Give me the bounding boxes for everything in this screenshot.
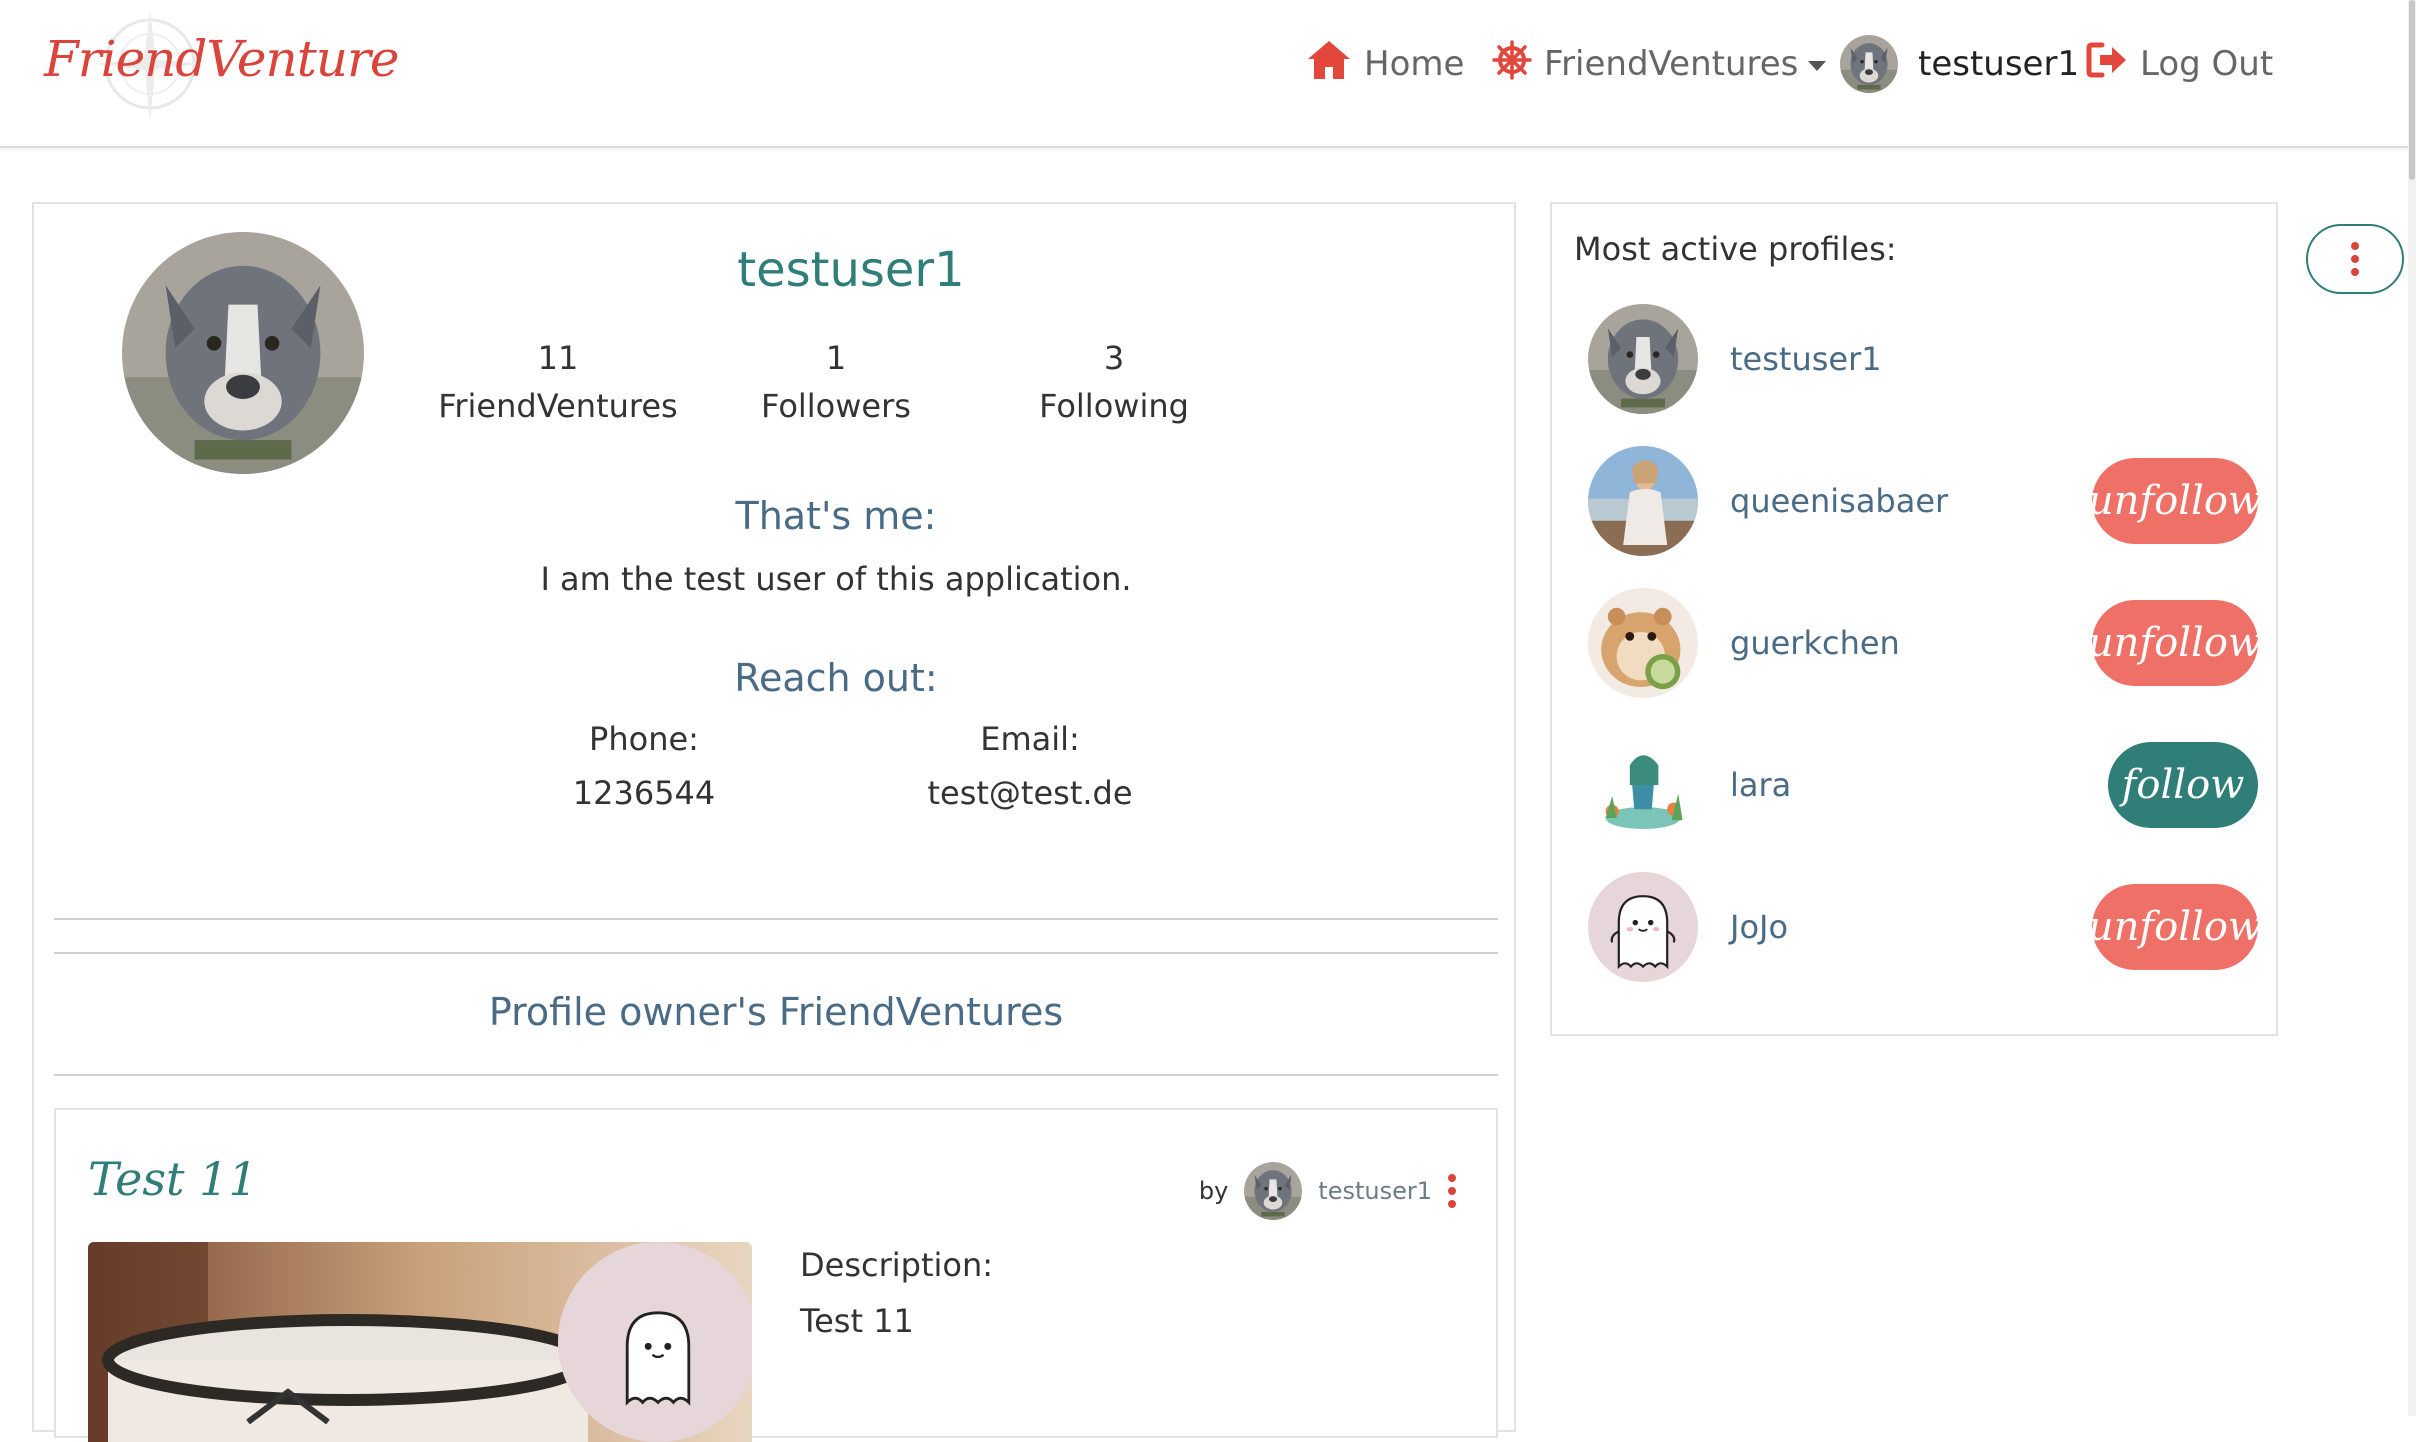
phone-value: 1236544 bbox=[572, 774, 716, 812]
home-icon bbox=[1306, 39, 1352, 90]
nav-friendventures-label: FriendVentures bbox=[1544, 44, 1799, 84]
stat-value: 1 bbox=[825, 339, 847, 377]
profile-name[interactable]: guerkchen bbox=[1730, 624, 1900, 662]
post-title[interactable]: Test 11 bbox=[88, 1152, 258, 1206]
profile-avatar[interactable] bbox=[1588, 588, 1698, 698]
about-heading: That's me: bbox=[735, 494, 937, 538]
ship-wheel-icon bbox=[1492, 39, 1532, 89]
friendventure-post-card[interactable]: Test 11 by testuser1 Description: Test 1… bbox=[54, 1108, 1498, 1442]
follow-button[interactable]: follow bbox=[2108, 742, 2258, 828]
phone-label: Phone: bbox=[589, 720, 699, 758]
email-label: Email: bbox=[980, 720, 1080, 758]
nav-profile-link[interactable]: testuser1 bbox=[1840, 38, 2079, 90]
profile-card: testuser1 11 FriendVentures 1 Followers … bbox=[32, 202, 1516, 1442]
nav-logout-link[interactable]: Log Out bbox=[2086, 38, 2273, 90]
profile-options-button[interactable] bbox=[2306, 224, 2404, 294]
brand-logo[interactable]: FriendVenture bbox=[40, 4, 399, 128]
profile-name[interactable]: queenisabaer bbox=[1730, 482, 1948, 520]
unfollow-button[interactable]: unfollow bbox=[2088, 600, 2262, 686]
stat-label: Followers bbox=[761, 387, 911, 425]
profile-username: testuser1 bbox=[737, 242, 965, 298]
nav-friendventures-dropdown[interactable]: FriendVentures bbox=[1492, 38, 1827, 90]
most-active-profiles-card: Most active profiles: testuser1 queenisa… bbox=[1550, 202, 2278, 1036]
page-scrollbar[interactable] bbox=[2408, 0, 2416, 1416]
unfollow-button[interactable]: unfollow bbox=[2088, 884, 2262, 970]
post-description-label: Description: bbox=[800, 1246, 994, 1284]
about-text: I am the test user of this application. bbox=[540, 560, 1132, 598]
profile-row-lara[interactable]: lara follow bbox=[1588, 730, 2258, 842]
phone-block: Phone: 1236544 bbox=[464, 720, 824, 812]
post-author-avatar[interactable] bbox=[1244, 1162, 1302, 1220]
profile-avatar[interactable] bbox=[1588, 872, 1698, 982]
profile-name[interactable]: JoJo bbox=[1730, 908, 1788, 946]
brand-name: FriendVenture bbox=[44, 30, 399, 88]
nav-avatar bbox=[1840, 35, 1898, 93]
profile-row-queenisabaer[interactable]: queenisabaer unfollow bbox=[1588, 446, 2262, 558]
caret-down-icon bbox=[1808, 61, 1827, 71]
nav-home-label: Home bbox=[1364, 44, 1465, 84]
profile-name[interactable]: lara bbox=[1730, 766, 1791, 804]
top-navbar: FriendVenture Home FriendVentures testus… bbox=[0, 0, 2408, 148]
unfollow-button[interactable]: unfollow bbox=[2088, 458, 2262, 544]
post-by-label: by bbox=[1198, 1177, 1229, 1205]
stat-value: 3 bbox=[1103, 339, 1125, 377]
scrollbar-thumb[interactable] bbox=[2409, 0, 2415, 180]
stat-label: Following bbox=[1039, 387, 1189, 425]
post-menu-icon[interactable] bbox=[1448, 1174, 1456, 1208]
stat-followers: 1 Followers bbox=[686, 334, 986, 430]
divider bbox=[54, 918, 1498, 920]
stat-label: FriendVentures bbox=[438, 387, 678, 425]
post-author: by testuser1 bbox=[1199, 1162, 1456, 1220]
more-vertical-icon bbox=[2351, 242, 2359, 276]
post-image bbox=[88, 1242, 752, 1442]
divider bbox=[54, 952, 1498, 954]
divider bbox=[54, 1074, 1498, 1076]
nav-username: testuser1 bbox=[1918, 44, 2080, 84]
profile-row-testuser1[interactable]: testuser1 bbox=[1588, 304, 2258, 416]
profile-name[interactable]: testuser1 bbox=[1730, 340, 1882, 378]
post-description: Test 11 bbox=[800, 1302, 914, 1340]
profile-avatar[interactable] bbox=[1588, 446, 1698, 556]
logout-icon bbox=[2086, 41, 2128, 88]
email-value: test@test.de bbox=[927, 774, 1133, 812]
profile-username-wrap: testuser1 bbox=[34, 242, 1668, 298]
stat-following: 3 Following bbox=[964, 334, 1264, 430]
profile-avatar[interactable] bbox=[1588, 730, 1698, 840]
stat-friendventures: 11 FriendVentures bbox=[408, 334, 708, 430]
stat-value: 11 bbox=[537, 339, 579, 377]
ventures-heading: Profile owner's FriendVentures bbox=[488, 990, 1064, 1034]
nav-logout-label: Log Out bbox=[2140, 44, 2274, 84]
sidebar-title: Most active profiles: bbox=[1574, 230, 1897, 268]
post-author-name[interactable]: testuser1 bbox=[1318, 1177, 1432, 1205]
contact-heading: Reach out: bbox=[734, 656, 938, 700]
email-block: Email: test@test.de bbox=[850, 720, 1210, 812]
profile-avatar[interactable] bbox=[1588, 304, 1698, 414]
profile-row-jojo[interactable]: JoJo unfollow bbox=[1588, 872, 2262, 984]
nav-home-link[interactable]: Home bbox=[1306, 38, 1464, 90]
profile-row-guerkchen[interactable]: guerkchen unfollow bbox=[1588, 588, 2262, 700]
